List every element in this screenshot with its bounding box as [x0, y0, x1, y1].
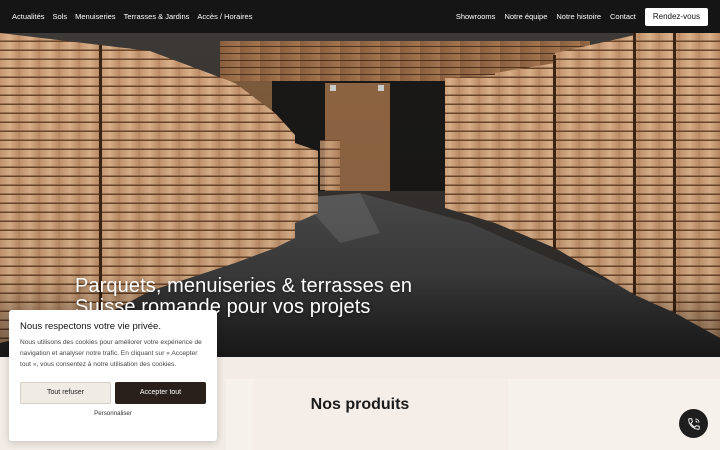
nav-link-terrasses-jardins[interactable]: Terrasses & Jardins	[124, 12, 190, 21]
nav-link-actualites[interactable]: Actualités	[12, 12, 45, 21]
hero-section: Parquets, menuiseries & terrasses en Sui…	[0, 33, 720, 357]
product-card[interactable]	[253, 379, 507, 450]
nav-link-contact[interactable]: Contact	[610, 12, 636, 21]
nav-left-links: Actualités Sols Menuiseries Terrasses & …	[12, 12, 260, 21]
phone-call-button[interactable]	[679, 409, 708, 438]
nav-link-notre-equipe[interactable]: Notre équipe	[504, 12, 547, 21]
accept-all-button[interactable]: Accepter tout	[115, 381, 206, 404]
nav-link-sols[interactable]: Sols	[53, 12, 68, 21]
nav-link-menuiseries[interactable]: Menuiseries	[75, 12, 115, 21]
refuse-all-button[interactable]: Tout refuser	[20, 381, 111, 404]
nav-link-showrooms[interactable]: Showrooms	[456, 12, 496, 21]
customize-link[interactable]: Personnaliser	[20, 410, 206, 417]
nav-link-acces-horaires[interactable]: Accès / Horaires	[197, 12, 252, 21]
product-card[interactable]	[226, 379, 253, 450]
cookie-title: Nous respectons votre vie privée.	[20, 321, 161, 332]
cookie-text: Nous utilisons des cookies pour améliore…	[20, 339, 202, 369]
rendez-vous-button[interactable]: Rendez-vous	[644, 7, 708, 26]
phone-icon	[687, 417, 700, 430]
top-navigation: Actualités Sols Menuiseries Terrasses & …	[0, 0, 720, 33]
nav-right-links: Showrooms Notre équipe Notre histoire Co…	[447, 7, 708, 26]
cookie-buttons: Tout refuser Accepter tout	[20, 381, 206, 404]
cookie-banner: Nous respectons votre vie privée. Nous u…	[9, 310, 217, 441]
nav-link-notre-histoire[interactable]: Notre histoire	[556, 12, 601, 21]
